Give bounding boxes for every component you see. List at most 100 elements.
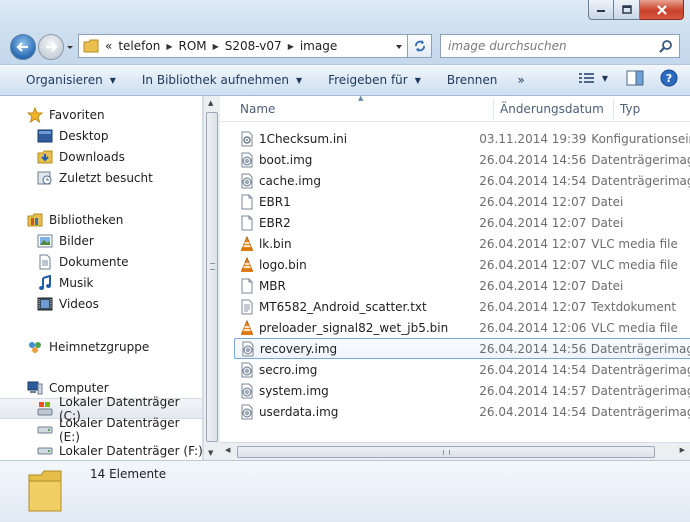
- file-row[interactable]: userdata.img 26.04.2014 14:54 Datenträgeri…: [234, 401, 690, 422]
- nav-downloads[interactable]: Downloads: [0, 146, 202, 167]
- file-type: VLC media file: [591, 236, 678, 251]
- burn-button[interactable]: Brennen: [439, 68, 505, 92]
- search-box[interactable]: [440, 34, 680, 58]
- drive-icon: [37, 443, 53, 459]
- file-name: EBR1: [258, 194, 291, 209]
- file-date: 26.04.2014 14:56: [479, 152, 587, 167]
- include-library-menu[interactable]: In Bibliothek aufnehmen ▼: [134, 68, 310, 92]
- file-row[interactable]: lk.bin 26.04.2014 12:07 VLC media file: [234, 233, 690, 254]
- minimize-button[interactable]: [588, 0, 614, 20]
- file-date: 26.04.2014 12:06: [479, 320, 587, 335]
- vlc-cone-icon: [240, 235, 255, 252]
- nav-recent[interactable]: Zuletzt besucht: [0, 167, 202, 188]
- search-input[interactable]: [448, 39, 648, 53]
- explorer-window: « telefon▶ ROM▶ S208-v07▶ image Organisi…: [0, 0, 690, 522]
- column-type[interactable]: Typ: [614, 96, 690, 122]
- view-controls: ▼ ?: [578, 69, 678, 87]
- file-row[interactable]: 1Checksum.ini 03.11.2014 19:39 Konfigurati…: [234, 128, 690, 149]
- homegroup-icon: [27, 339, 43, 355]
- file-row[interactable]: EBR1 26.04.2014 12:07 Datei: [234, 191, 690, 212]
- preview-pane-icon[interactable]: [626, 70, 644, 86]
- downloads-folder-icon: [37, 149, 53, 165]
- file-row[interactable]: cache.img 26.04.2014 14:54 Datenträgerimag…: [234, 170, 690, 191]
- file-date: 26.04.2014 14:57: [479, 383, 587, 398]
- back-button[interactable]: [10, 34, 36, 60]
- computer-icon: [27, 380, 43, 396]
- file-type: Datenträgerimagedatei: [591, 173, 690, 188]
- scroll-down-icon[interactable]: ▼: [208, 449, 213, 457]
- search-icon[interactable]: [658, 39, 674, 55]
- settings-file-icon: [240, 131, 255, 147]
- refresh-button[interactable]: [408, 34, 432, 58]
- address-overflow[interactable]: «: [105, 39, 112, 53]
- forward-button[interactable]: [38, 34, 64, 60]
- file-row[interactable]: system.img 26.04.2014 14:57 Datenträgerima…: [234, 380, 690, 401]
- nav-desktop[interactable]: Desktop: [0, 125, 202, 146]
- nav-homegroup[interactable]: Heimnetzgruppe: [0, 336, 202, 357]
- address-dropdown-icon[interactable]: [395, 43, 403, 51]
- breadcrumb-s208[interactable]: S208-v07 ▶: [225, 39, 300, 53]
- scrollbar-thumb[interactable]: [206, 112, 218, 442]
- file-row[interactable]: preloader_signal82_wet_jb5.bin 26.04.2014…: [234, 317, 690, 338]
- view-options-button[interactable]: ▼: [578, 71, 608, 85]
- file-row[interactable]: MBR 26.04.2014 12:07 Datei: [234, 275, 690, 296]
- navigation-scrollbar[interactable]: ▲ ▼: [203, 96, 220, 460]
- file-date: 26.04.2014 12:07: [479, 299, 587, 314]
- breadcrumb-image[interactable]: image: [300, 39, 337, 53]
- file-date: 26.04.2014 12:07: [479, 257, 587, 272]
- file-date: 26.04.2014 12:07: [479, 236, 587, 251]
- horizontal-scrollbar[interactable]: ◀ ▶: [220, 442, 690, 460]
- address-bar[interactable]: « telefon ▶ ROM ▶ S208-v07 ▶ image: [78, 34, 408, 58]
- chevron-down-icon: ▼: [109, 75, 116, 85]
- drive-icon: [37, 422, 53, 438]
- blank-file-icon: [240, 278, 255, 294]
- scroll-left-icon[interactable]: ◀: [225, 446, 230, 454]
- share-menu[interactable]: Freigeben für ▼: [320, 68, 429, 92]
- scroll-up-icon[interactable]: ▲: [208, 99, 213, 107]
- file-row[interactable]: logo.bin 26.04.2014 12:07 VLC media file: [234, 254, 690, 275]
- file-name: boot.img: [258, 152, 313, 167]
- breadcrumb-rom[interactable]: ROM ▶: [178, 39, 224, 53]
- breadcrumb-telefon[interactable]: telefon ▶: [118, 39, 178, 53]
- nav-libraries[interactable]: Bibliotheken: [0, 209, 202, 230]
- maximize-button[interactable]: [614, 0, 640, 20]
- file-date: 26.04.2014 14:54: [479, 173, 587, 188]
- file-row[interactable]: EBR2 26.04.2014 12:07 Datei: [234, 212, 690, 233]
- chevron-down-icon: ▼: [414, 75, 421, 85]
- nav-drive-f[interactable]: Lokaler Datenträger (F:): [0, 440, 202, 460]
- nav-videos[interactable]: Videos: [0, 293, 202, 314]
- music-icon: [37, 274, 53, 291]
- scrollbar-thumb[interactable]: [237, 446, 655, 458]
- close-icon: [656, 4, 667, 15]
- file-name: logo.bin: [258, 257, 307, 272]
- scroll-right-icon[interactable]: ▶: [680, 446, 685, 454]
- more-commands-button[interactable]: »: [509, 68, 532, 92]
- disc-image-icon: [240, 173, 255, 189]
- nav-favorites[interactable]: Favoriten: [0, 104, 202, 125]
- nav-music[interactable]: Musik: [0, 272, 202, 293]
- organize-menu[interactable]: Organisieren ▼: [18, 68, 124, 92]
- chevron-right-icon[interactable]: ▶: [213, 42, 219, 51]
- nav-pictures[interactable]: Bilder: [0, 230, 202, 251]
- nav-drive-e[interactable]: Lokaler Datenträger (E:): [0, 416, 202, 444]
- chevron-right-icon[interactable]: ▶: [288, 42, 294, 51]
- libraries-icon: [27, 212, 43, 228]
- help-icon[interactable]: ?: [660, 69, 678, 87]
- svg-text:?: ?: [666, 72, 672, 85]
- desktop-icon: [37, 128, 53, 144]
- chevron-right-icon[interactable]: ▶: [166, 42, 172, 51]
- file-row[interactable]: recovery.img 26.04.2014 14:56 Datenträgeri…: [234, 338, 690, 359]
- file-date: 26.04.2014 14:54: [479, 404, 587, 419]
- recent-pages-dropdown[interactable]: [66, 42, 74, 52]
- column-date[interactable]: Änderungsdatum: [494, 96, 614, 122]
- file-date: 26.04.2014 12:07: [479, 278, 587, 293]
- column-name[interactable]: Name: [234, 96, 490, 122]
- file-name: EBR2: [258, 215, 291, 230]
- file-row[interactable]: secro.img 26.04.2014 14:54 Datenträgerimag…: [234, 359, 690, 380]
- file-row[interactable]: MT6582_Android_scatter.txt 26.04.2014 12:…: [234, 296, 690, 317]
- file-date: 26.04.2014 14:56: [479, 341, 587, 356]
- nav-documents[interactable]: Dokumente: [0, 251, 202, 272]
- file-name: secro.img: [258, 362, 318, 377]
- close-button[interactable]: [640, 0, 684, 20]
- file-row[interactable]: boot.img 26.04.2014 14:56 Datenträgerimage…: [234, 149, 690, 170]
